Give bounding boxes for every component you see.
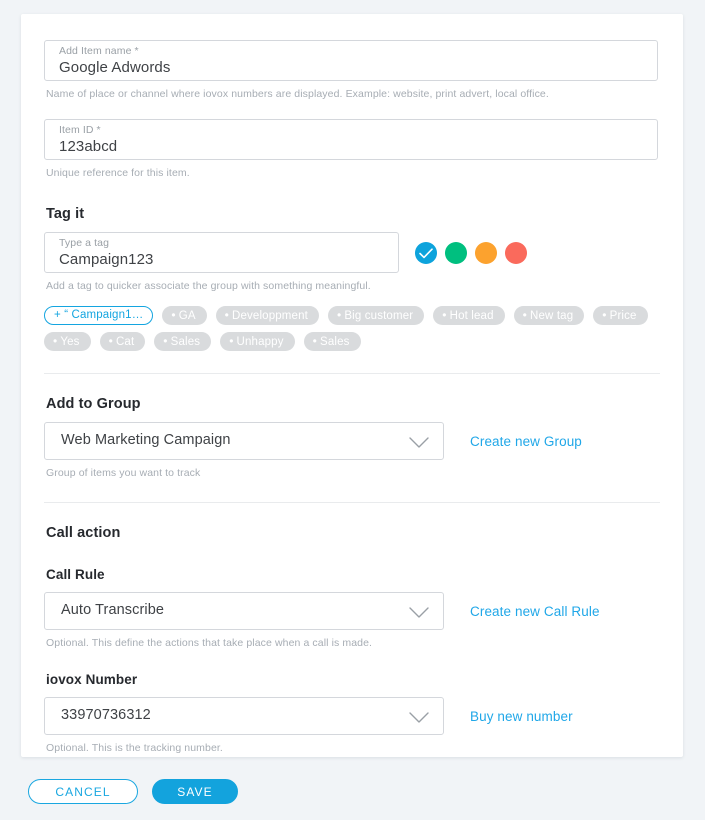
tag-pill-label: Big customer [344,310,413,322]
color-swatch-green[interactable] [445,242,467,264]
item-name-value[interactable]: Google Adwords [59,58,170,77]
tag-pill[interactable]: • GA [162,306,206,325]
tag-pill-label: Developpment [232,310,308,322]
create-new-call-rule-link[interactable]: Create new Call Rule [470,604,600,619]
tag-pill-label: Cat [116,336,134,348]
tag-pill[interactable]: •Sales [304,332,361,351]
iovox-number-helper: Optional. This is the tracking number. [46,742,660,755]
buy-new-number-link[interactable]: Buy new number [470,709,573,724]
call-rule-label: Call Rule [46,567,660,582]
group-select-row: Web Marketing Campaign Create new Group [44,422,660,460]
tag-pill[interactable]: • Sales [154,332,211,351]
call-rule-select[interactable]: Auto Transcribe [44,592,444,630]
tag-pill-label: GA [179,310,196,322]
color-swatch-blue[interactable] [415,242,437,264]
item-name-label: Add Item name * [59,45,139,57]
bullet-icon: • [53,334,57,348]
tag-pill[interactable]: •Cat [100,332,146,351]
cancel-button[interactable]: CANCEL [28,779,138,804]
tag-pill-label: New tag [530,310,573,322]
iovox-number-select-value: 33970736312 [61,707,151,723]
bullet-icon: • [602,308,606,322]
iovox-number-select-row: 33970736312 Buy new number [44,697,660,735]
chevron-down-icon [409,436,429,454]
divider-group [44,502,660,503]
tag-color-swatches [415,242,527,264]
tag-input-label: Type a tag [59,237,109,249]
tag-pill[interactable]: •Big customer [328,306,424,325]
group-section-heading: Add to Group [46,396,660,412]
tag-pill[interactable]: •Yes [44,332,91,351]
item-name-helper: Name of place or channel where iovox num… [46,88,660,101]
call-rule-helper: Optional. This define the actions that t… [46,637,660,650]
group-helper: Group of items you want to track [46,467,660,480]
color-swatch-orange[interactable] [475,242,497,264]
bullet-icon: • [229,334,233,348]
tag-pill[interactable]: • Hot lead [433,306,504,325]
bullet-icon: • [523,308,527,322]
tag-input[interactable]: Type a tag Campaign123 [44,232,399,273]
call-rule-select-row: Auto Transcribe Create new Call Rule [44,592,660,630]
group-select-value: Web Marketing Campaign [61,432,231,448]
item-id-helper: Unique reference for this item. [46,167,660,180]
form-card: Add Item name * Google Adwords Name of p… [21,14,683,757]
tag-pill-label: Sales [171,336,201,348]
group-select[interactable]: Web Marketing Campaign [44,422,444,460]
form-footer: CANCEL SAVE [28,779,238,804]
tag-pill[interactable]: • Unhappy [220,332,294,351]
call-rule-select-value: Auto Transcribe [61,602,164,618]
chevron-down-icon [409,606,429,624]
create-new-group-link[interactable]: Create new Group [470,434,582,449]
bullet-icon: • [225,308,229,322]
check-icon [419,248,433,259]
iovox-number-label: iovox Number [46,672,660,687]
tag-input-value[interactable]: Campaign123 [59,250,154,269]
call-action-heading: Call action [46,525,660,541]
bullet-icon: • [442,308,446,322]
tag-pill[interactable]: • Price [593,306,647,325]
item-id-value[interactable]: 123abcd [59,137,117,156]
bullet-icon: • [337,308,341,322]
bullet-icon: • [171,308,175,322]
tag-pill-list: + “ Campaign1… •GA •Developpment •Big cu… [44,306,664,351]
item-id-field[interactable]: Item ID * 123abcd [44,119,658,160]
save-button[interactable]: SAVE [152,779,238,804]
tag-helper: Add a tag to quicker associate the group… [46,280,660,293]
tag-pill-label: Price [610,310,637,322]
tag-pill[interactable]: •New tag [514,306,585,325]
bullet-icon: • [163,334,167,348]
tag-pill-label: Sales [320,336,350,348]
divider-tags [44,373,660,374]
tag-pill-new[interactable]: + “ Campaign1… [44,306,153,325]
item-id-label: Item ID * [59,124,101,136]
bullet-icon: • [109,334,113,348]
page-root: Add Item name * Google Adwords Name of p… [0,0,705,820]
bullet-icon: • [313,334,317,348]
tag-section-heading: Tag it [46,206,660,222]
tag-pill-label: Yes [60,336,79,348]
tag-pill[interactable]: •Developpment [216,306,319,325]
tag-input-row: Type a tag Campaign123 [44,232,660,273]
item-name-field[interactable]: Add Item name * Google Adwords [44,40,658,81]
tag-pill-label: Unhappy [237,336,284,348]
color-swatch-red[interactable] [505,242,527,264]
tag-pill-label: Hot lead [450,310,494,322]
iovox-number-select[interactable]: 33970736312 [44,697,444,735]
chevron-down-icon [409,711,429,729]
